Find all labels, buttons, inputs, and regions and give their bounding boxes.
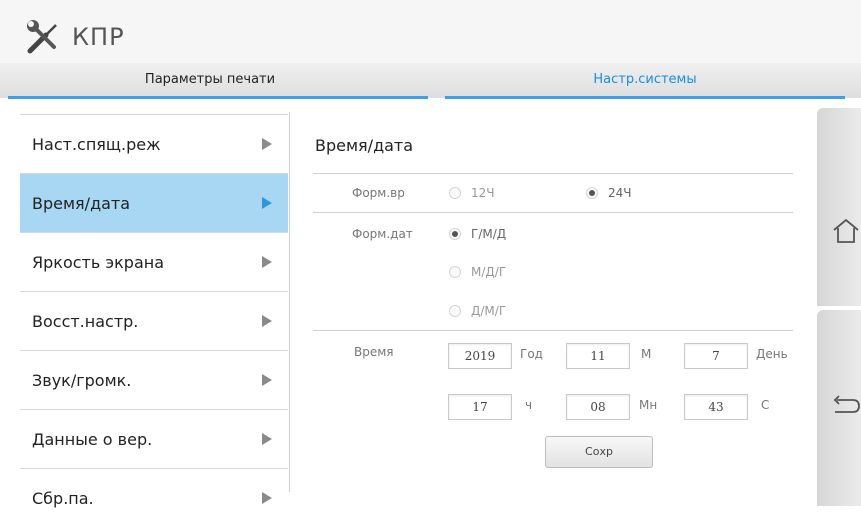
home-rail-button[interactable]	[817, 108, 861, 306]
divider	[313, 173, 793, 174]
tab-print-settings[interactable]: Параметры печати	[0, 63, 420, 98]
radio-label: Д/М/Г	[471, 304, 507, 318]
radio-circle	[449, 228, 461, 240]
menu-item-label: Наст.спящ.реж	[32, 134, 161, 154]
menu-item-sleep-mode[interactable]: Наст.спящ.реж	[20, 114, 288, 173]
radio-label: М/Д/Г	[471, 265, 507, 279]
second-unit: С	[761, 398, 770, 412]
minute-input[interactable]: 08	[566, 394, 630, 420]
tools-icon	[27, 20, 57, 54]
radio-circle	[449, 305, 461, 317]
tab-bar: Параметры печати Настр.системы	[0, 63, 861, 98]
chevron-right-icon	[262, 138, 272, 150]
hour-input[interactable]: 17	[448, 394, 512, 420]
day-input[interactable]: 7	[684, 343, 748, 369]
time-format-label: Форм.вр	[352, 186, 405, 200]
radio-label: Г/М/Д	[471, 227, 507, 241]
section-title: Время/дата	[315, 136, 414, 155]
radio-mdy[interactable]: М/Д/Г	[449, 265, 506, 279]
menu-item-version-info[interactable]: Данные о вер.	[20, 409, 288, 468]
radio-circle	[586, 187, 598, 199]
chevron-right-icon	[262, 256, 272, 268]
panel-divider	[289, 112, 290, 492]
chevron-right-icon	[262, 374, 272, 386]
tab-underline	[8, 96, 428, 99]
divider	[313, 212, 793, 213]
menu-item-brightness[interactable]: Яркость экрана	[20, 232, 288, 291]
menu-item-label: Время/дата	[32, 193, 131, 213]
divider	[313, 330, 793, 331]
app-title-text: КПР	[72, 23, 125, 51]
menu-item-label: Восст.настр.	[32, 311, 139, 331]
back-icon	[833, 395, 860, 413]
radio-dot	[589, 190, 595, 196]
menu-item-label: Сбр.па.	[32, 488, 94, 508]
date-format-label: Форм.дат	[352, 227, 413, 241]
radio-ymd[interactable]: Г/М/Д	[449, 227, 506, 241]
radio-dot	[452, 231, 458, 237]
radio-24h[interactable]: 24Ч	[586, 186, 632, 200]
save-button[interactable]: Сохр	[545, 436, 653, 468]
menu-item-sound-volume[interactable]: Звук/громк.	[20, 350, 288, 409]
minute-unit: Мн	[639, 398, 658, 412]
menu-item-label: Звук/громк.	[32, 370, 132, 390]
back-rail-button[interactable]	[817, 310, 861, 506]
home-icon	[833, 218, 859, 243]
menu-item-restore-settings[interactable]: Восст.настр.	[20, 291, 288, 350]
settings-menu: Наст.спящ.реж Время/дата Яркость экрана …	[20, 110, 288, 508]
radio-dmy[interactable]: Д/М/Г	[449, 304, 506, 318]
month-input[interactable]: 11	[566, 343, 630, 369]
tab-system-settings[interactable]: Настр.системы	[445, 63, 845, 98]
radio-label: 24Ч	[608, 186, 632, 200]
hour-unit: ч	[525, 398, 533, 412]
menu-item-time-date[interactable]: Время/дата	[20, 173, 288, 232]
menu-item-reset[interactable]: Сбр.па.	[20, 468, 288, 527]
radio-label: 12Ч	[471, 186, 495, 200]
day-unit: День	[756, 347, 788, 361]
chevron-right-icon	[262, 492, 272, 504]
menu-item-label: Данные о вер.	[32, 429, 153, 449]
app-title: КПР	[24, 17, 125, 57]
year-input[interactable]: 2019	[448, 343, 512, 369]
month-unit: М	[641, 347, 652, 361]
app-header: КПР	[0, 0, 861, 63]
tab-underline-active	[445, 96, 845, 99]
year-unit: Год	[520, 347, 543, 361]
time-label: Время	[354, 345, 394, 359]
chevron-right-icon	[262, 433, 272, 445]
second-input[interactable]: 43	[684, 394, 748, 420]
radio-circle	[449, 187, 461, 199]
menu-item-label: Яркость экрана	[32, 252, 165, 272]
chevron-right-icon	[262, 315, 272, 327]
radio-circle	[449, 266, 461, 278]
chevron-right-icon	[262, 197, 272, 209]
radio-12h[interactable]: 12Ч	[449, 186, 495, 200]
